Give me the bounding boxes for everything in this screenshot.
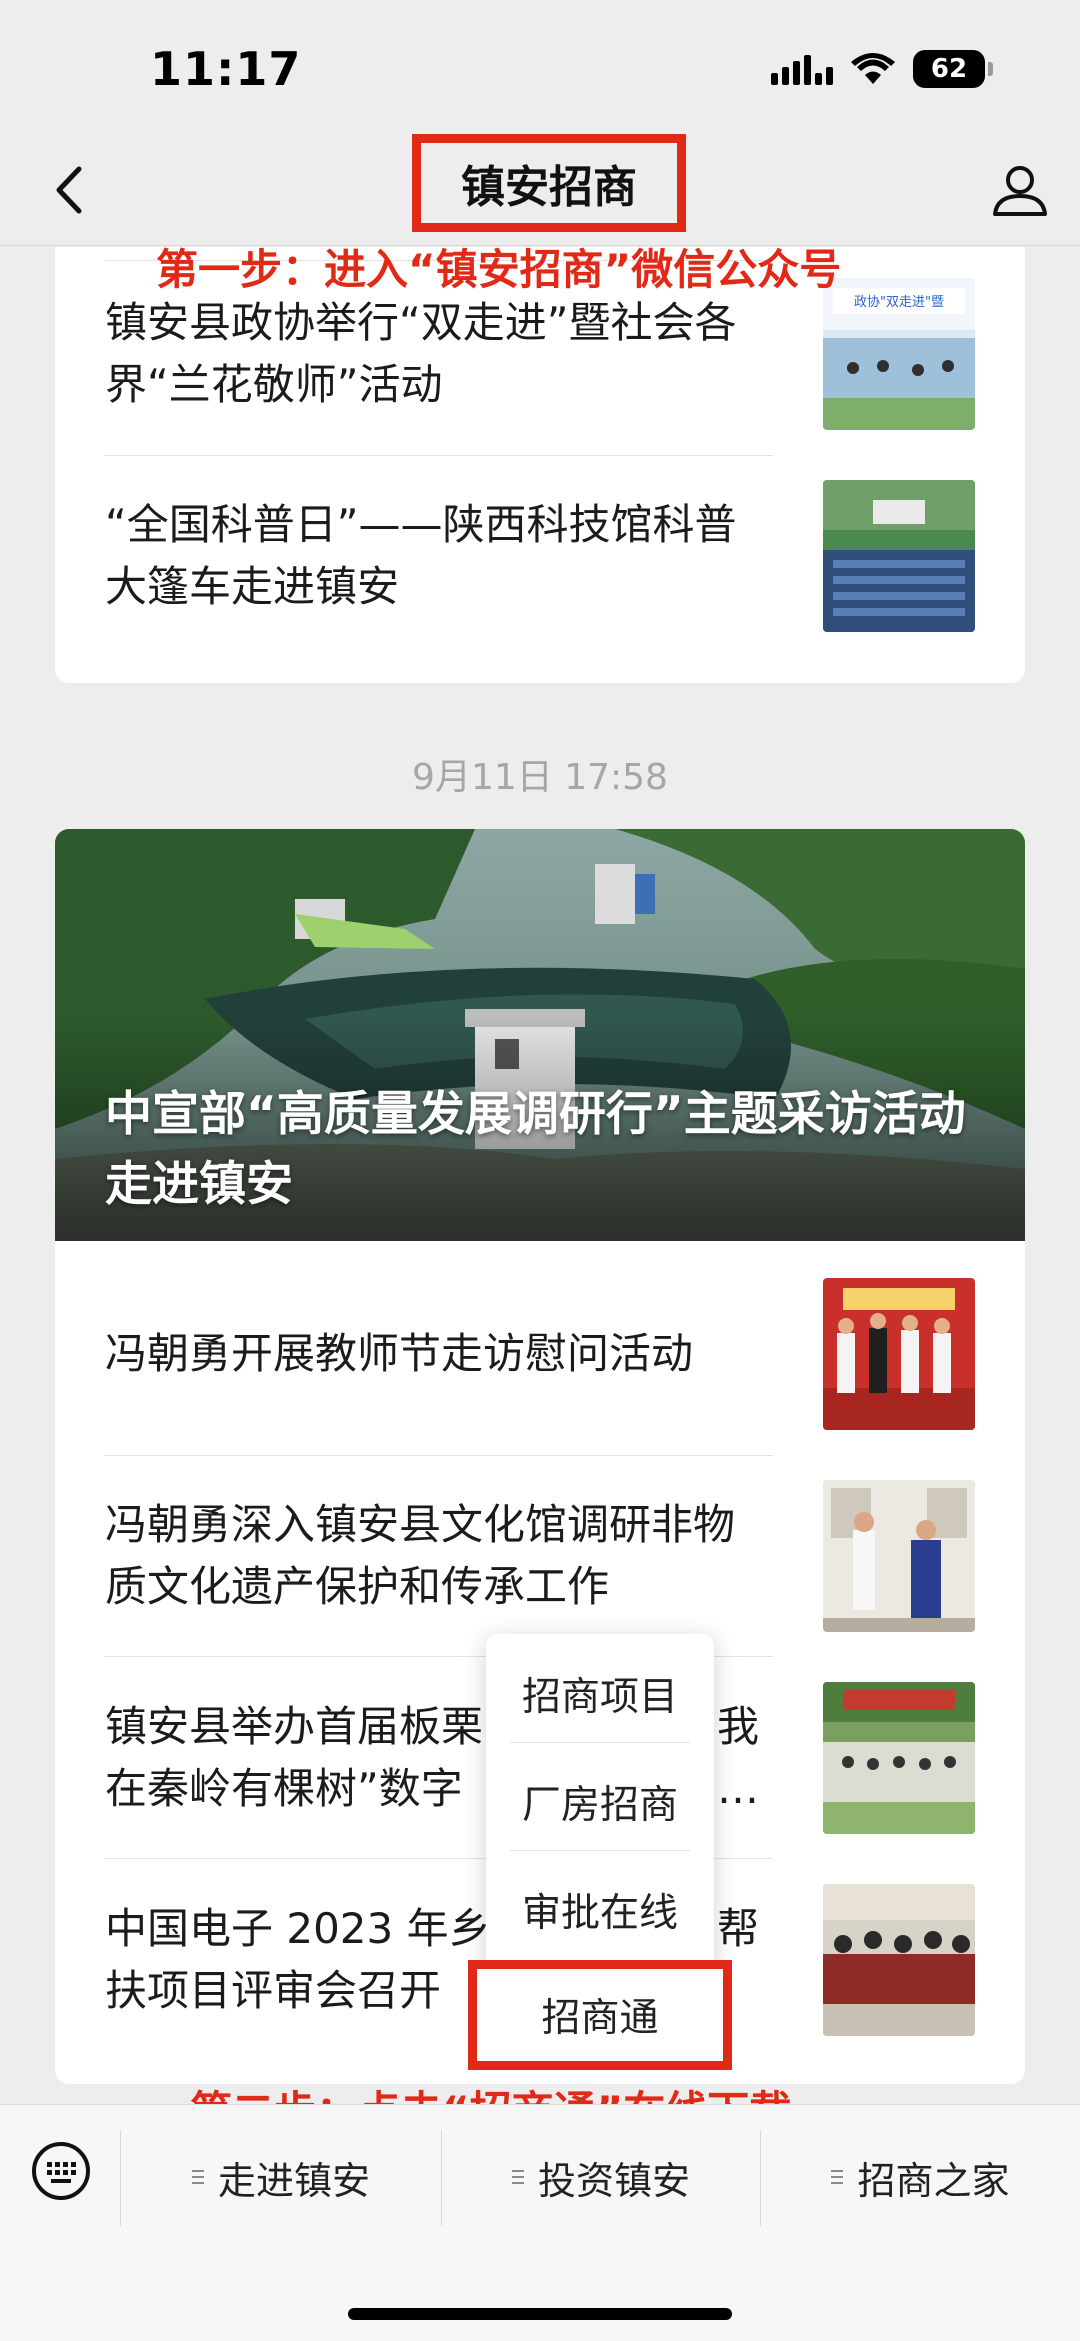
back-button[interactable] [28,150,108,230]
submenu-item[interactable]: 厂房招商 [486,1774,714,1830]
article-thumbnail [823,1682,975,1834]
article-thumbnail [823,1884,975,2036]
keyboard-icon [32,2142,90,2200]
status-time: 11:17 [150,42,302,96]
article-title-line1: 中国电子 2023 年乡 [105,1904,491,1953]
profile-button[interactable] [980,150,1060,230]
wifi-icon [851,53,895,84]
annotation-step1: 第一步：进入“镇安招商”微信公众号 [156,245,842,294]
list-item[interactable]: “全国科普日”——陕西科技馆科普大篷车走进镇安 [105,494,773,618]
keyboard-toggle-button[interactable] [30,2140,92,2202]
menu-tab[interactable]: 招商之家 [761,2142,1080,2212]
person-icon [993,166,1047,216]
article-title: 冯朝勇开展教师节走访慰问活动 [105,1329,694,1378]
hero-title: 中宣部“高质量发展调研行”主题采访活动走进镇安 [105,1087,966,1212]
article-title-line2-end: … [717,1764,759,1813]
status-icons: 62 [771,50,993,88]
article-thumbnail [823,1278,975,1430]
menu-tab[interactable]: 走进镇安 [121,2142,441,2212]
divider [510,1850,690,1851]
article-title-line2: 扶项目评审会召开 [105,1966,442,2015]
submenu-item-highlighted[interactable]: 招商通 [468,1960,732,2070]
divider [510,1742,690,1743]
list-item[interactable]: 冯朝勇深入镇安县文化馆调研非物质文化遗产保护和传承工作 [105,1494,773,1618]
menu-tab-label: 走进镇安 [217,2158,370,2203]
article-thumbnail [823,480,975,632]
bottom-menu-bar [0,2104,1080,2341]
menu-tab-label: 招商之家 [857,2158,1010,2203]
submenu-item[interactable]: 审批在线 [486,1882,714,1938]
menu-list-icon [191,2170,204,2184]
page-title: 镇安招商 [412,134,686,232]
article-title: 冯朝勇深入镇安县文化馆调研非物质文化遗产保护和传承工作 [105,1500,736,1611]
divider [105,1455,773,1456]
article-title: 镇安县政协举行“双走进”暨社会各界“兰花敬师”活动 [105,298,737,409]
divider [105,455,773,456]
article-thumbnail: 政协"双走进"暨 [823,278,975,430]
chevron-left-icon [56,166,82,214]
article-title-line1-end: 帮 [717,1904,760,1953]
article-thumbnail [823,1480,975,1632]
submenu-item[interactable]: 招商项目 [486,1666,714,1722]
battery-icon: 62 [913,50,993,88]
svg-text:政协"双走进"暨: 政协"双走进"暨 [854,295,944,310]
menu-list-icon [511,2170,524,2184]
menu-tab[interactable]: 投资镇安 [442,2142,760,2212]
article-title: “全国科普日”——陕西科技馆科普大篷车走进镇安 [105,500,737,611]
message-timestamp: 9月11日 17:58 [412,757,668,798]
list-item[interactable]: 镇安县政协举行“双走进”暨社会各界“兰花敬师”活动 [105,292,773,416]
menu-tab-label: 投资镇安 [537,2158,690,2203]
cellular-signal-icon [771,53,833,85]
article-title-line1: 镇安县举办首届板栗 [105,1702,484,1751]
menu-list-icon [831,2170,844,2184]
article-title-line2: 在秦岭有棵树”数字 [105,1764,463,1813]
article-title-line1-end: 我 [717,1702,760,1751]
list-item[interactable]: 冯朝勇开展教师节走访慰问活动 [105,1323,773,1385]
home-indicator[interactable] [348,2308,732,2320]
